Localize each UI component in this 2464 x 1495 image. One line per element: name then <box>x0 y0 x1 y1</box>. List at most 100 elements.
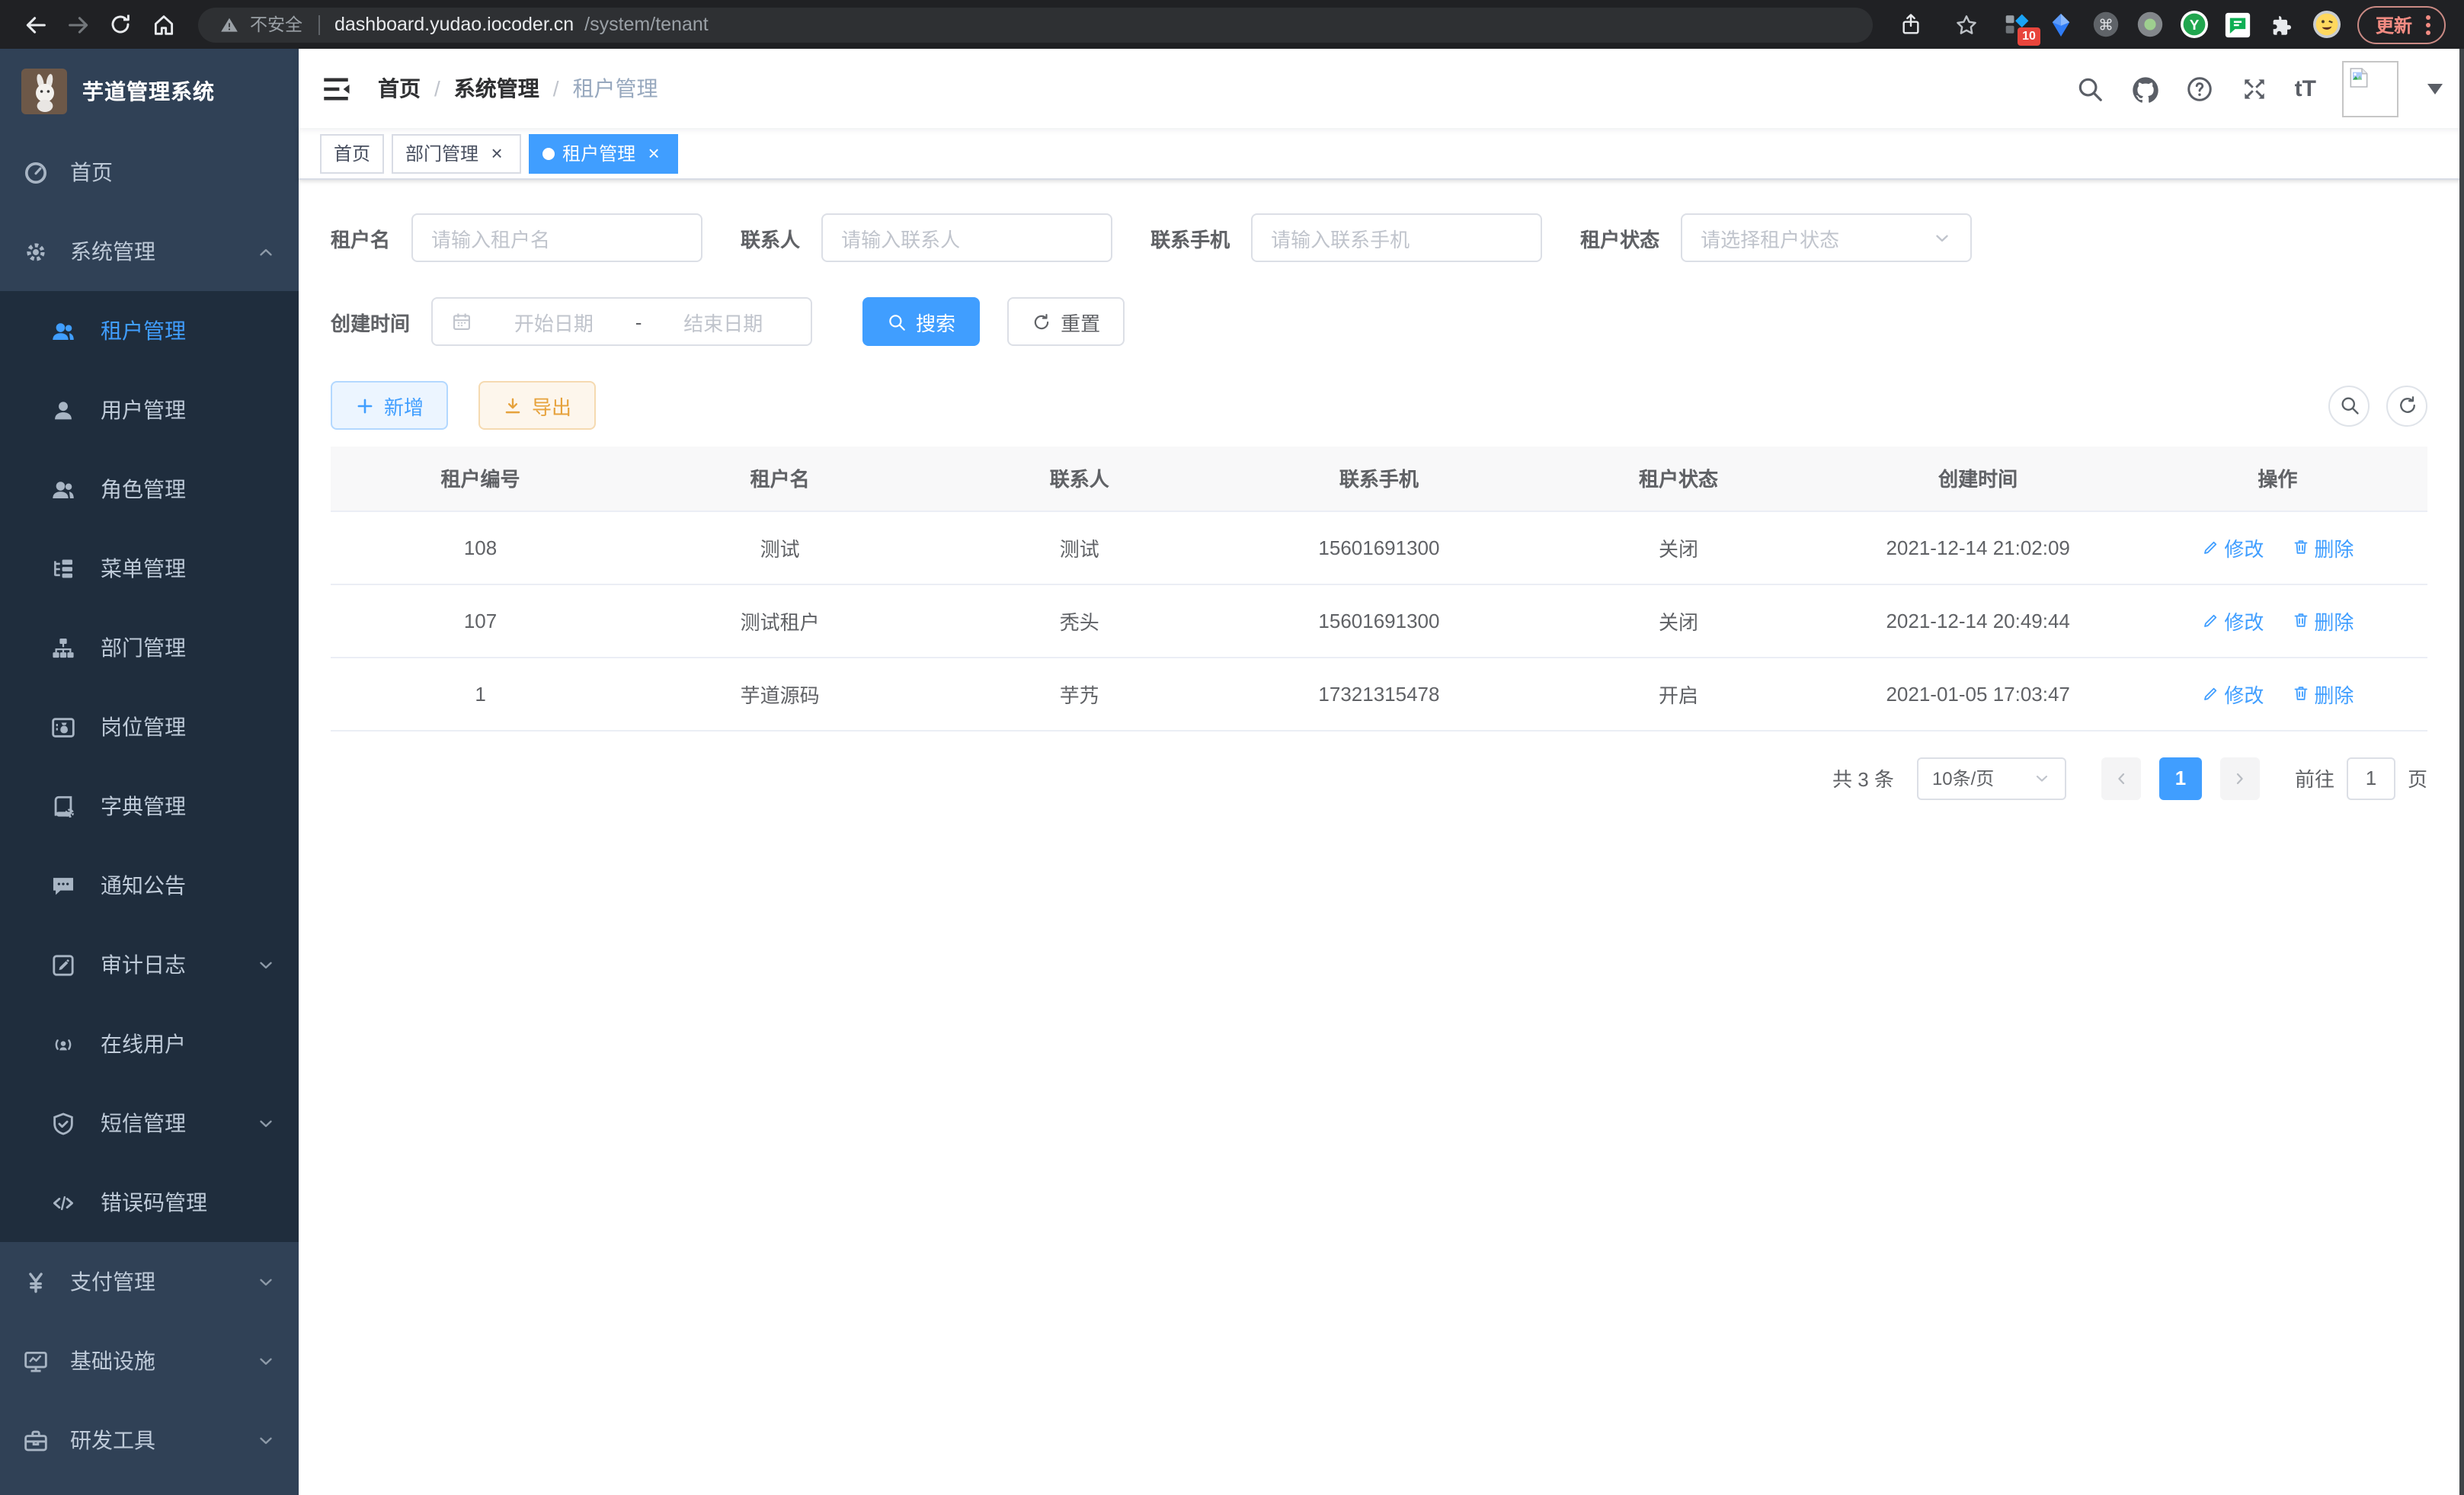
contact-input[interactable]: 请输入联系人 <box>821 213 1112 262</box>
date-range-input[interactable]: 开始日期 - 结束日期 <box>431 297 812 346</box>
github-icon[interactable] <box>2130 74 2159 103</box>
sidebar-item-短信管理[interactable]: 短信管理 <box>0 1084 299 1163</box>
browser-back-button[interactable] <box>15 5 55 44</box>
page-size-select[interactable]: 10条/页 <box>1917 757 2066 799</box>
prev-page-button[interactable] <box>2101 757 2141 799</box>
org-icon <box>50 635 76 661</box>
sidebar-item-系统管理[interactable]: 系统管理 <box>0 212 299 291</box>
tab-部门管理[interactable]: 部门管理 × <box>392 133 521 173</box>
font-size-icon[interactable]: tT <box>2295 74 2316 103</box>
sidebar-menu: 首页系统管理租户管理用户管理角色管理菜单管理部门管理岗位管理字典管理通知公告审计… <box>0 133 299 1480</box>
page-content: 租户名 请输入租户名 联系人 请输入联系人 联系手机 请输入联系手机 租户状态 <box>299 180 2464 1495</box>
user-avatar[interactable] <box>2342 60 2398 117</box>
sidebar-item-岗位管理[interactable]: 岗位管理 <box>0 687 299 767</box>
sidebar-item-错误码管理[interactable]: 错误码管理 <box>0 1163 299 1242</box>
edit-link[interactable]: 修改 <box>2201 679 2264 708</box>
sidebar-item-字典管理[interactable]: 字典管理 <box>0 767 299 846</box>
sidebar-item-label: 岗位管理 <box>101 712 276 742</box>
screen: 不安全 dashboard.yudao.iocoder.cn/system/te… <box>0 0 2464 1495</box>
header-search-icon[interactable] <box>2075 74 2104 103</box>
profile-avatar-emoji-icon[interactable] <box>2313 11 2341 38</box>
browser-reload-button[interactable] <box>101 5 140 44</box>
sidebar-item-通知公告[interactable]: 通知公告 <box>0 846 299 925</box>
sidebar-item-审计日志[interactable]: 审计日志 <box>0 925 299 1004</box>
fullscreen-icon[interactable] <box>2240 74 2269 103</box>
sidebar-item-label: 角色管理 <box>101 474 276 504</box>
security-label[interactable]: 不安全 <box>250 12 302 37</box>
breadcrumb-separator: / <box>553 76 559 101</box>
sidebar-item-角色管理[interactable]: 角色管理 <box>0 450 299 529</box>
cell-status: 关闭 <box>1529 511 1829 584</box>
status-label: 租户状态 <box>1580 223 1659 252</box>
extension-command-icon[interactable]: ⌘ <box>2092 11 2120 38</box>
breadcrumb-item[interactable]: 系统管理 <box>454 73 539 104</box>
message-icon <box>50 872 76 898</box>
tab-close-icon[interactable]: × <box>486 142 507 164</box>
chevron-left-icon <box>2112 769 2130 787</box>
sidebar-item-研发工具[interactable]: 研发工具 <box>0 1401 299 1480</box>
tab-租户管理[interactable]: 租户管理× <box>529 133 678 173</box>
address-divider <box>318 14 319 34</box>
reset-button[interactable]: 重置 <box>1007 297 1125 346</box>
filter-contact: 联系人 请输入联系人 <box>741 213 1112 262</box>
sidebar-item-首页[interactable]: 首页 <box>0 133 299 212</box>
sidebar-item-基础设施[interactable]: 基础设施 <box>0 1321 299 1401</box>
status-select[interactable]: 请选择租户状态 <box>1681 213 1972 262</box>
sidebar-item-在线用户[interactable]: 在线用户 <box>0 1004 299 1084</box>
current-page[interactable]: 1 <box>2159 757 2202 799</box>
breadcrumb-item[interactable]: 首页 <box>378 73 421 104</box>
refresh-table-button[interactable] <box>2386 385 2427 426</box>
browser-home-button[interactable] <box>143 5 183 44</box>
phone-input[interactable]: 请输入联系手机 <box>1251 213 1542 262</box>
add-button[interactable]: 新增 <box>331 381 448 430</box>
refresh-icon <box>2396 395 2418 416</box>
browser-menu-icon[interactable] <box>2421 14 2435 34</box>
extensions-puzzle-icon[interactable] <box>2269 11 2296 38</box>
export-button[interactable]: 导出 <box>478 381 596 430</box>
cell-actions: 修改删除 <box>2128 584 2427 657</box>
extension-tiles-icon[interactable]: 10 <box>2004 11 2031 38</box>
help-icon[interactable] <box>2185 74 2214 103</box>
sidebar-fold-icon[interactable] <box>320 72 352 104</box>
sidebar: 芋道管理系统 首页系统管理租户管理用户管理角色管理菜单管理部门管理岗位管理字典管… <box>0 49 299 1495</box>
badge-icon <box>50 714 76 740</box>
extension-y-icon[interactable]: Y <box>2181 11 2208 38</box>
cell-created: 2021-01-05 17:03:47 <box>1829 657 2128 730</box>
share-icon[interactable] <box>1891 5 1931 44</box>
search-icon <box>2338 395 2360 416</box>
svg-text:⌘: ⌘ <box>2098 17 2114 34</box>
extension-kite-icon[interactable] <box>2048 11 2075 38</box>
next-page-button[interactable] <box>2220 757 2260 799</box>
tab-label: 部门管理 <box>405 140 478 166</box>
address-bar[interactable]: 不安全 dashboard.yudao.iocoder.cn/system/te… <box>198 7 1873 42</box>
table-row: 1芋道源码芋艿17321315478开启2021-01-05 17:03:47修… <box>331 657 2427 730</box>
browser-update-button[interactable]: 更新 <box>2357 5 2446 43</box>
delete-link[interactable]: 删除 <box>2291 606 2354 635</box>
avatar-caret-icon[interactable] <box>2427 83 2443 94</box>
sidebar-item-租户管理[interactable]: 租户管理 <box>0 291 299 370</box>
delete-link[interactable]: 删除 <box>2291 533 2354 562</box>
tab-首页[interactable]: 首页 <box>320 133 384 173</box>
sidebar-item-部门管理[interactable]: 部门管理 <box>0 608 299 687</box>
tab-close-icon[interactable]: × <box>643 142 664 164</box>
goto-page-input[interactable]: 1 <box>2347 757 2395 799</box>
cell-name: 测试 <box>630 511 930 584</box>
extension-chat-icon[interactable] <box>2225 11 2252 38</box>
window-scrollbar[interactable] <box>2459 49 2464 1495</box>
delete-link[interactable]: 删除 <box>2291 679 2354 708</box>
sidebar-item-label: 错误码管理 <box>101 1187 276 1218</box>
sidebar-item-用户管理[interactable]: 用户管理 <box>0 370 299 450</box>
show-search-button[interactable] <box>2328 385 2370 426</box>
search-button[interactable]: 搜索 <box>862 297 980 346</box>
bookmark-star-icon[interactable] <box>1947 5 1987 44</box>
user-icon <box>50 397 76 423</box>
breadcrumb-item: 租户管理 <box>573 73 658 104</box>
extension-green-dot-icon[interactable] <box>2136 11 2164 38</box>
tenant-name-input[interactable]: 请输入租户名 <box>411 213 702 262</box>
column-header: 创建时间 <box>1829 447 2128 511</box>
sidebar-item-菜单管理[interactable]: 菜单管理 <box>0 529 299 608</box>
edit-link[interactable]: 修改 <box>2201 533 2264 562</box>
browser-forward-button[interactable] <box>58 5 98 44</box>
edit-link[interactable]: 修改 <box>2201 606 2264 635</box>
sidebar-item-支付管理[interactable]: 支付管理 <box>0 1242 299 1321</box>
